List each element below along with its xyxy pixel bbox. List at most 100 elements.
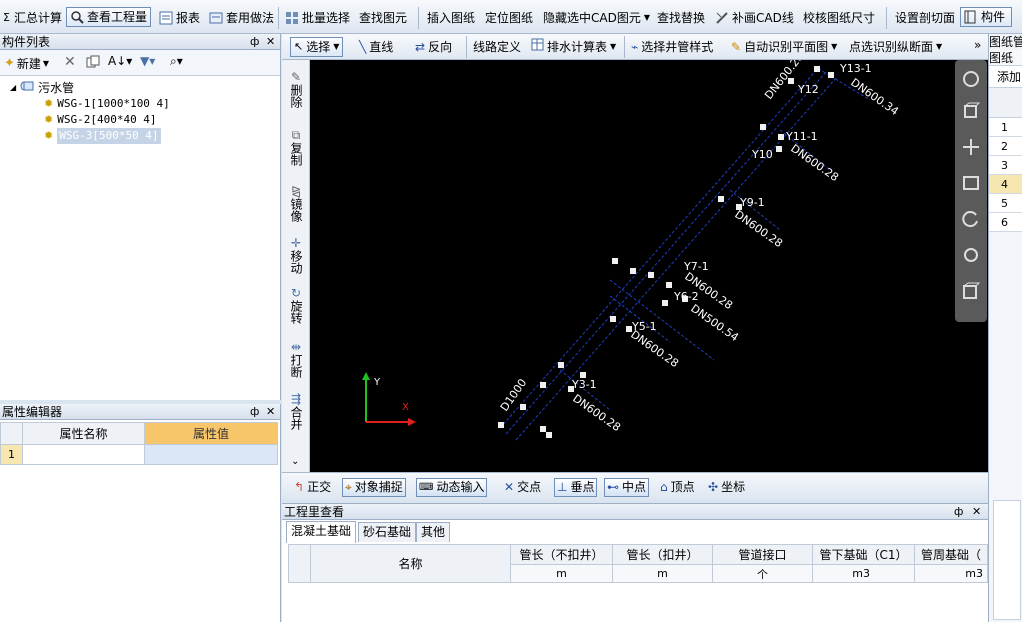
add-cad-line-button[interactable]: 补画CAD线 <box>712 8 797 28</box>
property-value-header: 属性值 <box>144 422 278 445</box>
well-label: Y7-1 <box>683 260 709 273</box>
find-replace-button[interactable]: 查找替换 <box>654 8 708 28</box>
eraser-icon: ✎ <box>290 70 302 84</box>
drawing-row[interactable]: 6 <box>989 213 1022 232</box>
select-identify-section-button[interactable]: 点选识别纵断面 ▼ <box>846 37 945 57</box>
locate-drawing-button[interactable]: 定位图纸 <box>482 8 536 28</box>
midpoint-snap[interactable]: ⊷ 中点 <box>604 478 650 497</box>
copy-tool[interactable]: ⧉ 复制 <box>284 128 308 169</box>
set-section-label: 设置剖切面 <box>895 11 956 25</box>
box-view-icon[interactable] <box>962 282 981 303</box>
cube-view-icon[interactable] <box>962 102 981 123</box>
property-name-cell[interactable] <box>22 444 145 465</box>
find-element-label: 查找图元 <box>359 11 408 25</box>
circle-view-icon[interactable] <box>962 246 980 267</box>
reverse-button[interactable]: ⇄ 反向 <box>412 37 455 57</box>
batch-select-button[interactable]: 批量选择 <box>282 8 353 28</box>
move-tool[interactable]: ✛ 移动 <box>284 236 308 277</box>
cad-canvas[interactable]: Y13-1 Y12 Y11-1 Y10 Y9-1 Y7-1 Y6-2 Y5-1 … <box>310 60 988 472</box>
property-editor-title: 属性编辑器 <box>2 405 63 419</box>
pin-icon[interactable]: ф <box>250 404 259 420</box>
well-label: Y9-1 <box>739 196 765 209</box>
well-label: Y11-1 <box>785 130 818 143</box>
close-icon[interactable]: ✕ <box>972 504 981 520</box>
expand-down-icon[interactable]: ⌄ <box>291 456 299 467</box>
tree-item-selected[interactable]: ✹ WSG-3[500*50 4] <box>44 128 161 144</box>
check-drawing-size-button[interactable]: 校核图纸尺寸 <box>800 8 878 28</box>
ortho-toggle[interactable]: ↰ 正交 <box>292 478 333 497</box>
summary-calc-button[interactable]: Σ 汇总计算 <box>0 8 65 28</box>
set-section-button[interactable]: 设置剖切面 <box>892 8 958 28</box>
pin-icon[interactable]: ф <box>250 34 259 50</box>
apply-method-button[interactable]: 套用做法 <box>206 8 277 28</box>
snap-bar: ↰ 正交 ⌖ 对象捕捉 ⌨ 动态输入 ✕ 交点 ⊥ 垂点 ⊷ 中点 ⌂ 顶点 ✣… <box>282 472 988 500</box>
cross-icon: ✕ <box>504 480 515 494</box>
sort-icon[interactable]: A↓▾ <box>108 54 132 68</box>
coordinate-snap[interactable]: ✣ 坐标 <box>706 478 747 497</box>
well-label: Y3-1 <box>571 378 597 391</box>
vertex-snap[interactable]: ⌂ 顶点 <box>658 478 697 497</box>
zoom-window-icon[interactable] <box>962 174 980 195</box>
mirror-tool[interactable]: ⧎ 镜像 <box>284 184 308 225</box>
hide-cad-button[interactable]: 隐藏选中CAD图元 ▼ <box>540 8 653 28</box>
report-button[interactable]: 报表 <box>156 8 203 28</box>
more-chevron-icon[interactable]: » <box>974 38 981 52</box>
dynamic-input-toggle[interactable]: ⌨ 动态输入 <box>416 478 488 497</box>
collapse-icon[interactable]: ◢ <box>10 80 16 96</box>
delete-tool[interactable]: ✎ 删除 <box>284 70 308 111</box>
close-icon[interactable]: ✕ <box>266 404 275 420</box>
pin-icon[interactable]: ф <box>954 504 963 520</box>
tree-item[interactable]: ✹ WSG-2[400*40 4] <box>44 112 157 128</box>
select-well-style-button[interactable]: ⌁ 选择井管样式 <box>628 37 716 57</box>
perpendicular-snap[interactable]: ⊥ 垂点 <box>554 478 598 497</box>
drawing-row[interactable]: 5 <box>989 194 1022 213</box>
close-icon[interactable]: ✕ <box>266 34 275 50</box>
rotate-tool[interactable]: ↻ 旋转 <box>284 286 308 327</box>
drawing-row-selected[interactable]: 4 <box>989 175 1022 194</box>
line-button[interactable]: ╲ 直线 <box>356 37 396 57</box>
gear-icon: ✹ <box>44 113 54 126</box>
tree-item-label: WSG-1[1000*100 4] <box>57 97 170 110</box>
drawing-row[interactable]: 1 <box>989 118 1022 137</box>
well-label: Y12 <box>797 83 819 96</box>
property-value-cell[interactable] <box>144 444 278 465</box>
select-button[interactable]: ↖ 选择 ▼ <box>290 37 344 57</box>
axis-y-label: Y <box>373 377 381 388</box>
drain-calc-button[interactable]: 排水计算表 ▼ <box>528 37 619 57</box>
tab-concrete-base[interactable]: 混凝土基础 <box>286 521 357 543</box>
ortho-label: 正交 <box>307 480 332 494</box>
new-button[interactable]: ✦ 新建 ▼ <box>4 55 49 72</box>
tab-other[interactable]: 其他 <box>416 522 451 542</box>
drawing-row[interactable]: 2 <box>989 137 1022 156</box>
find-element-button[interactable]: 查找图元 <box>356 8 410 28</box>
tree-root[interactable]: ◢ 污水管 <box>10 80 74 96</box>
quantity-panel-title: 工程里查看 <box>284 505 345 519</box>
find-icon[interactable]: ⌕▾ <box>170 54 183 69</box>
component-button[interactable]: 构件 <box>960 7 1012 27</box>
auto-identify-plan-button[interactable]: ✎ 自动识别平面图 ▼ <box>728 37 840 57</box>
route-define-button[interactable]: 线路定义 <box>470 37 524 57</box>
dynamic-input-icon: ⌨ <box>419 482 434 493</box>
filter-icon[interactable]: ▼▾ <box>140 54 155 68</box>
object-snap-toggle[interactable]: ⌖ 对象捕捉 <box>342 478 406 497</box>
well-markers <box>498 66 834 438</box>
rotate-view-icon[interactable] <box>962 210 980 231</box>
break-tool[interactable]: ⇹ 打断 <box>284 340 308 381</box>
view-quantity-button[interactable]: 查看工程量 <box>66 7 152 27</box>
drawing-row[interactable]: 3 <box>989 156 1022 175</box>
add-drawing-button[interactable]: 添加 <box>989 66 1022 88</box>
quantity-panel: 工程里查看 ф ✕ 混凝土基础 砂石基础 其他 名称 管长（不扣井） 管长（扣井… <box>282 503 988 622</box>
merge-tool[interactable]: ⇶ 合并 <box>284 392 308 433</box>
delete-icon[interactable]: ✕ <box>64 54 76 70</box>
insert-drawing-button[interactable]: 插入图纸 <box>424 8 478 28</box>
tab-gravel-base[interactable]: 砂石基础 <box>358 522 417 542</box>
copy-tool-label: 复制 <box>289 142 303 166</box>
copy-icon[interactable] <box>86 55 100 72</box>
intersection-snap[interactable]: ✕ 交点 <box>502 478 543 497</box>
cad-drawing[interactable]: Y13-1 Y12 Y11-1 Y10 Y9-1 Y7-1 Y6-2 Y5-1 … <box>310 60 988 472</box>
cursor-icon: ↖ <box>294 40 304 53</box>
orbit-icon[interactable] <box>962 70 980 91</box>
reverse-icon: ⇄ <box>415 40 426 54</box>
pan-icon[interactable] <box>962 138 980 159</box>
tree-item[interactable]: ✹ WSG-1[1000*100 4] <box>44 96 170 112</box>
